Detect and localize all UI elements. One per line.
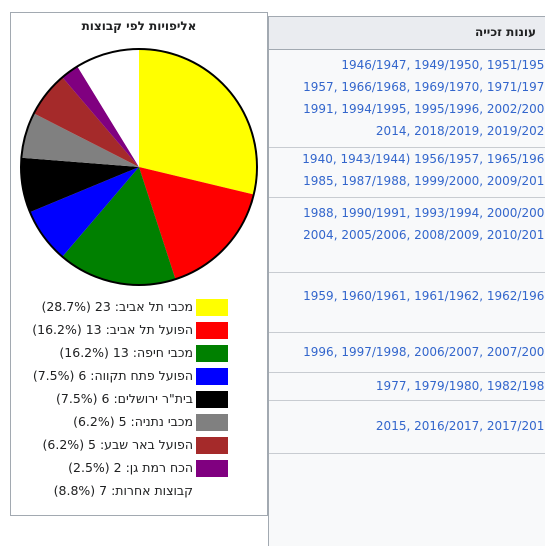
table-row bbox=[269, 453, 545, 546]
legend-entry: הכח רמת גן: 2 (2.5%) bbox=[11, 458, 243, 478]
season-links[interactable]: 2019/2020 ,2018/2019 ,2014 bbox=[376, 123, 545, 139]
season-links[interactable]: 2010/2011 ,2008/2009 ,2005/2006 ,2004 bbox=[303, 227, 545, 243]
legend-entry: קבוצות אחרות: 7 (8.8%) bbox=[11, 481, 243, 501]
season-links[interactable]: 1982/1983 ,1979/1980 ,1977 bbox=[376, 378, 545, 394]
season-links[interactable]: 2009/2010 ,1999/2000 ,1987/1988 ,1985 bbox=[303, 173, 545, 189]
table-header: עונות זכייה bbox=[269, 16, 545, 50]
season-links[interactable]: 2002/2003 ,1995/1996 ,1994/1995 ,1991 bbox=[303, 101, 545, 117]
legend-label: הפועל תל אביב: 13 (16.2%) bbox=[32, 322, 193, 337]
table-row: 1951/1952 ,1949/1950 ,1946/1947 1971/1972… bbox=[269, 49, 545, 148]
table-row: 1982/1983 ,1979/1980 ,1977 bbox=[269, 372, 545, 401]
season-links[interactable]: 1971/1972 ,1969/1970 ,1966/1968 ,1957 bbox=[303, 79, 545, 95]
table-row: 1962/1963 ,1961/1962 ,1960/1961 ,1959 bbox=[269, 272, 545, 333]
legend-label: קבוצות אחרות: 7 (8.8%) bbox=[53, 483, 193, 498]
legend-swatch bbox=[196, 299, 228, 316]
season-links[interactable]: 1965/1966 ,1956/1957 (1943/1944 ,1940 bbox=[302, 151, 545, 167]
championships-table: עונות זכייה 1951/1952 ,1949/1950 ,1946/1… bbox=[268, 16, 545, 546]
legend-entry: הפועל באר שבע: 5 (6.2%) bbox=[11, 435, 243, 455]
legend-swatch bbox=[196, 437, 228, 454]
legend-label: הכח רמת גן: 2 (2.5%) bbox=[68, 460, 193, 475]
season-links[interactable]: 2017/2018 ,2016/2017 ,2015 bbox=[376, 418, 545, 434]
legend-entry: מכבי תל אביב: 23 (28.7%) bbox=[11, 297, 243, 317]
legend-entry: מכבי נתניה: 5 (6.2%) bbox=[11, 412, 243, 432]
legend-swatch bbox=[196, 345, 228, 362]
season-links[interactable]: 1962/1963 ,1961/1962 ,1960/1961 ,1959 bbox=[303, 288, 545, 304]
table-row: 1965/1966 ,1956/1957 (1943/1944 ,1940 200… bbox=[269, 147, 545, 198]
legend-label: הפועל פתח תקווה: 6 (7.5%) bbox=[32, 368, 193, 383]
table-row: 2007/2008 ,2006/2007 ,1997/1998 ,1996 bbox=[269, 332, 545, 373]
legend-entry: מכבי חיפה: 13 (16.2%) bbox=[11, 343, 243, 363]
legend-label: מכבי נתניה: 5 (6.2%) bbox=[73, 414, 193, 429]
column-header-seasons: עונות זכייה bbox=[475, 25, 536, 39]
legend-label: מכבי תל אביב: 23 (28.7%) bbox=[41, 299, 193, 314]
table-row: 2017/2018 ,2016/2017 ,2015 bbox=[269, 400, 545, 454]
season-links[interactable]: 1951/1952 ,1949/1950 ,1946/1947 bbox=[341, 57, 545, 73]
legend-swatch bbox=[196, 460, 228, 477]
pie-chart bbox=[20, 48, 258, 286]
table-row: 2000/2001 ,1993/1994 ,1990/1991 ,1988 201… bbox=[269, 197, 545, 273]
legend-entry: הפועל פתח תקווה: 6 (7.5%) bbox=[11, 366, 243, 386]
legend-swatch bbox=[196, 414, 228, 431]
legend-label: הפועל באר שבע: 5 (6.2%) bbox=[42, 437, 193, 452]
pie-chart-box: אליפויות לפי קבוצות מכבי תל אביב: 23 (28… bbox=[10, 12, 268, 516]
season-links[interactable]: 2007/2008 ,2006/2007 ,1997/1998 ,1996 bbox=[303, 344, 545, 360]
legend-entry: הפועל תל אביב: 13 (16.2%) bbox=[11, 320, 243, 340]
season-links[interactable]: 2000/2001 ,1993/1994 ,1990/1991 ,1988 bbox=[303, 205, 545, 221]
legend-label: בית"ר ירושלים: 6 (7.5%) bbox=[56, 391, 193, 406]
legend-swatch bbox=[196, 391, 228, 408]
legend-swatch bbox=[196, 368, 228, 385]
legend-swatch bbox=[196, 322, 228, 339]
legend-entry: בית"ר ירושלים: 6 (7.5%) bbox=[11, 389, 243, 409]
legend-label: מכבי חיפה: 13 (16.2%) bbox=[59, 345, 193, 360]
